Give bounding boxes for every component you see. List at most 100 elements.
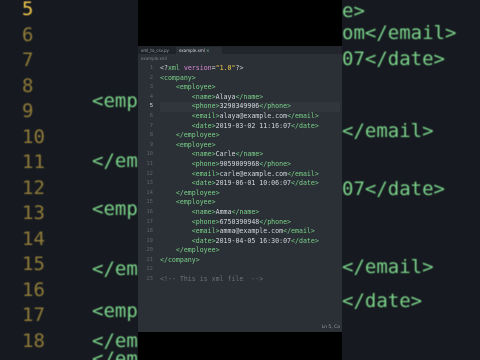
code-token: </employee>: [175, 188, 220, 197]
code-line[interactable]: <email>amma@example.com</email>: [160, 227, 340, 237]
bg-code-text: </date>: [342, 290, 423, 312]
code-line[interactable]: <!-- This is xml file -->: [160, 275, 340, 285]
bg-code-text: 07</date>: [342, 178, 445, 200]
line-number: 2: [149, 74, 153, 81]
code-token: </phone>: [259, 102, 292, 111]
bg-code-text: e>: [342, 0, 365, 22]
code-line[interactable]: <phone>3290349906</phone>: [160, 102, 340, 112]
code-line[interactable]: <phone>9059009968</phone>: [160, 160, 340, 170]
line-number: 14: [146, 189, 153, 196]
code-line[interactable]: <date>2019-06-01 10:06:07</date>: [160, 179, 340, 189]
line-number: 5: [149, 103, 153, 110]
code-line[interactable]: <phone>6750390948</phone>: [160, 218, 340, 228]
code-token: 2019-04-05 16:30:07: [215, 236, 292, 245]
code-token: </phone>: [259, 159, 292, 168]
code-line[interactable]: <company>: [160, 74, 340, 84]
code-token: <name>: [191, 92, 216, 101]
code-line[interactable]: </employee>: [160, 246, 340, 256]
bg-line-number: 11: [22, 151, 45, 173]
bg-code-text: <emplo: [92, 90, 138, 112]
line-number: 3: [149, 84, 153, 91]
line-number: 7: [149, 122, 153, 129]
code-token: Amma: [215, 207, 232, 216]
code-token: <date>: [191, 179, 216, 188]
bg-code-text: om</email>: [342, 22, 457, 44]
code-token: <employee>: [175, 140, 216, 149]
line-number: 4: [149, 93, 153, 100]
line-number: 16: [146, 208, 153, 215]
code-line[interactable]: </employee>: [160, 189, 340, 199]
code-token: 9059009968: [219, 159, 260, 168]
line-number: 1: [149, 65, 153, 71]
code-area[interactable]: <?xml version="1.0"?> <company> <employee…: [160, 64, 340, 285]
status-cursor-position[interactable]: Ln 5, Co: [322, 325, 340, 330]
code-token: <email>: [191, 169, 220, 178]
line-number: 13: [146, 180, 153, 187]
code-token: 6750390948: [219, 217, 260, 226]
code-token: <name>: [191, 207, 216, 216]
bg-code-text: </empl: [92, 258, 138, 280]
code-token: <!-- This is xml file -->: [160, 275, 264, 284]
line-number: 12: [146, 170, 153, 177]
code-token: </date>: [291, 236, 319, 245]
tab-xml-to-csv[interactable]: xml_to_csv.py: [138, 47, 180, 54]
code-line[interactable]: <employee>: [160, 83, 340, 93]
line-number-gutter: 1 2 3 4 5 6 7 8 9 10 11 12 13 14 15 16 17 18 19 20 21 22 23: [138, 64, 156, 285]
code-line[interactable]: <name>Carle</name>: [160, 150, 340, 160]
code-line[interactable]: </company>: [160, 256, 340, 266]
code-line[interactable]: <?xml version="1.0"?>: [160, 64, 340, 74]
bg-line-number: 12: [22, 176, 45, 199]
line-number: 8: [149, 132, 153, 139]
breadcrumb[interactable]: example.xml: [141, 56, 167, 61]
bg-line-number: 5: [22, 0, 34, 20]
line-number: 21: [146, 256, 153, 263]
tab-label: example.xml: [179, 48, 205, 53]
code-token: Alaya: [215, 92, 236, 101]
code-line[interactable]: <name>Amma</name>: [160, 208, 340, 218]
tab-example-xml[interactable]: example.xml ×: [176, 47, 222, 54]
tab-bar: xml_to_csv.py example.xml ×: [138, 46, 342, 54]
code-line[interactable]: <employee>: [160, 198, 340, 208]
code-token: </employee>: [175, 131, 220, 140]
background-right-zoom: e> om</email> 07</date> </email> 07</date> </…: [342, 0, 480, 360]
code-token: </name>: [235, 150, 264, 159]
code-line[interactable]: <email>carle@example.com</email>: [160, 170, 340, 180]
code-token: </email>: [287, 111, 319, 120]
code-token: alaya@example.com: [219, 111, 288, 120]
code-line[interactable]: <email>alaya@example.com</email>: [160, 112, 340, 122]
close-icon[interactable]: ×: [206, 48, 209, 53]
code-token: </email>: [287, 169, 319, 178]
code-line[interactable]: [160, 265, 340, 275]
bg-code-text: <emplo: [92, 300, 138, 322]
line-number: 11: [146, 160, 153, 167]
code-token: xml: [167, 64, 184, 72]
tab-label: xml_to_csv.py: [141, 48, 169, 53]
bg-code-text: <emplo: [92, 198, 138, 220]
line-number: 22: [146, 266, 153, 273]
code-line[interactable]: <employee>: [160, 141, 340, 151]
code-line[interactable]: <name>Alaya</name>: [160, 93, 340, 103]
bg-code-text: </empl: [92, 150, 138, 172]
bg-line-number: 16: [22, 278, 45, 301]
code-token: ?>: [235, 64, 244, 72]
code-line[interactable]: <date>2019-04-05 16:30:07</date>: [160, 237, 340, 247]
code-line[interactable]: </employee>: [160, 131, 340, 141]
code-token: Carle: [215, 150, 236, 159]
bg-line-number: 9: [22, 100, 34, 122]
code-token: <email>: [191, 111, 220, 120]
code-line[interactable]: <date>2019-03-02 11:16:07</date>: [160, 122, 340, 132]
bg-line-number: 15: [22, 253, 45, 275]
code-token: </company>: [160, 255, 200, 264]
line-number: 6: [149, 112, 153, 119]
bg-line-number: 18: [22, 329, 45, 352]
line-number: 17: [146, 218, 153, 225]
code-token: <email>: [191, 227, 220, 236]
bg-line-number: 8: [22, 74, 34, 97]
